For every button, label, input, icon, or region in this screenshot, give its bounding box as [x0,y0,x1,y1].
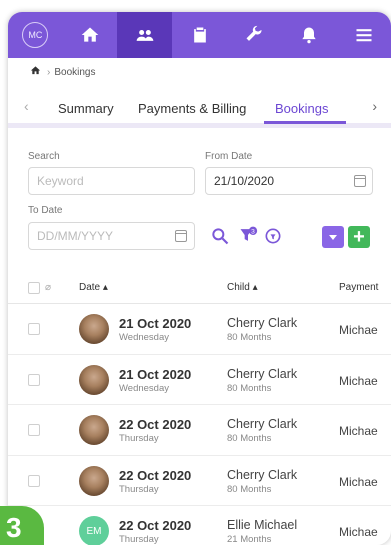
nav-tools[interactable] [227,12,282,58]
nav-home[interactable] [63,12,118,58]
payment-payer: Michae [339,323,378,337]
booking-day: Thursday [119,483,159,495]
child-column-header[interactable]: Child ▴ [227,282,258,293]
caret-down-icon [329,235,337,240]
breadcrumb: › Bookings [30,64,95,80]
tab-bar: ‹ Summary Payments & Billing Bookings › [8,88,391,128]
logo-icon: MC [22,22,49,48]
booking-day: Wednesday [119,382,169,394]
people-icon [136,30,154,41]
breadcrumb-home-icon[interactable] [30,65,41,79]
to-date-input[interactable] [28,222,195,250]
app-frame: MC › Bookings ‹ Summary Payments & Billi… [8,12,391,545]
search-input[interactable] [28,167,195,195]
row-checkbox[interactable] [28,474,40,487]
table-header: ⌀ Date ▴ Child ▴ Payment [8,272,391,304]
nav-clipboard[interactable] [172,12,227,58]
step-number-badge: 3 [0,506,44,545]
payment-payer: Michae [339,373,378,388]
reset-filter-icon[interactable] [263,226,283,251]
booking-day: Wednesday [119,332,169,343]
payment-payer: Michae [339,525,378,539]
dropdown-button[interactable] [322,226,344,248]
child-age: 80 Months [227,433,272,444]
child-name: Cherry Clark [227,467,298,482]
hamburger-menu-icon [356,29,372,42]
tab-scroll-right-icon[interactable]: › [372,98,377,114]
search-icon[interactable] [210,226,230,251]
tab-scroll-left-icon[interactable]: ‹ [24,98,29,114]
child-age: 21 Months [227,534,272,545]
top-nav-bar: MC [8,12,391,58]
child-avatar [79,364,109,395]
payment-column-header[interactable]: Payment [339,282,378,293]
bell-icon [302,27,316,44]
wrench-icon [246,25,262,41]
table-row[interactable]: EM 22 Oct 2020 Thursday Ellie Michael 21… [8,506,391,545]
child-name: Cherry Clark [227,366,298,381]
select-all-checkbox[interactable] [28,282,40,294]
booking-date: 21 Oct 2020 [119,316,192,331]
home-icon [81,27,99,42]
table-row[interactable]: 22 Oct 2020 Thursday Cherry Clark 80 Mon… [8,456,391,506]
child-name: Cherry Clark [227,417,298,431]
to-date-label: To Date [28,205,63,216]
nav-notifications[interactable] [282,12,337,58]
child-avatar [79,314,109,344]
child-age: 80 Months [227,332,272,343]
table-row[interactable]: 21 Oct 2020 Wednesday Cherry Clark 80 Mo… [8,304,391,355]
tab-summary[interactable]: Summary [58,101,114,116]
payment-payer: Michae [339,424,378,438]
booking-date: 22 Oct 2020 [119,417,192,432]
booking-day: Thursday [119,534,159,545]
table-row[interactable]: 21 Oct 2020 Wednesday Cherry Clark 80 Mo… [8,355,391,405]
child-avatar [79,465,109,496]
clipboard-icon [193,27,206,43]
bookings-table: ⌀ Date ▴ Child ▴ Payment 21 Oct 2020 Wed… [8,272,391,545]
active-tab-indicator [264,121,346,124]
booking-date: 22 Oct 2020 [119,518,192,533]
booking-day: Thursday [119,433,159,444]
child-name: Cherry Clark [227,316,298,330]
row-checkbox[interactable] [28,323,40,335]
nav-menu[interactable] [336,12,391,58]
booking-date: 21 Oct 2020 [119,366,192,382]
table-row[interactable]: 22 Oct 2020 Thursday Cherry Clark 80 Mon… [8,405,391,456]
row-checkbox[interactable] [28,373,40,386]
child-avatar: EM [79,516,109,545]
pin-icon: ⌀ [45,282,52,293]
from-date-label: From Date [205,151,253,162]
row-checkbox[interactable] [28,424,40,436]
filter-count-badge: 3 [251,228,255,235]
date-column-header[interactable]: Date ▴ [79,282,108,293]
child-age: 80 Months [227,382,272,394]
search-label: Search [28,151,60,162]
booking-date: 22 Oct 2020 [119,467,192,483]
nav-logo[interactable]: MC [8,12,63,58]
calendar-icon[interactable] [354,175,366,187]
from-date-input[interactable] [205,167,373,195]
payment-payer: Michae [339,474,378,489]
add-booking-button[interactable]: + [348,226,370,248]
child-age: 80 Months [227,483,272,495]
child-avatar [79,415,109,445]
breadcrumb-separator: › [47,66,51,78]
tab-payments-billing[interactable]: Payments & Billing [138,101,246,116]
filter-icon[interactable]: 3 [238,225,258,250]
breadcrumb-current: Bookings [54,66,96,78]
tab-bookings[interactable]: Bookings [275,101,328,116]
child-name: Ellie Michael [227,518,298,532]
nav-people[interactable] [117,12,173,58]
calendar-icon[interactable] [175,230,187,242]
